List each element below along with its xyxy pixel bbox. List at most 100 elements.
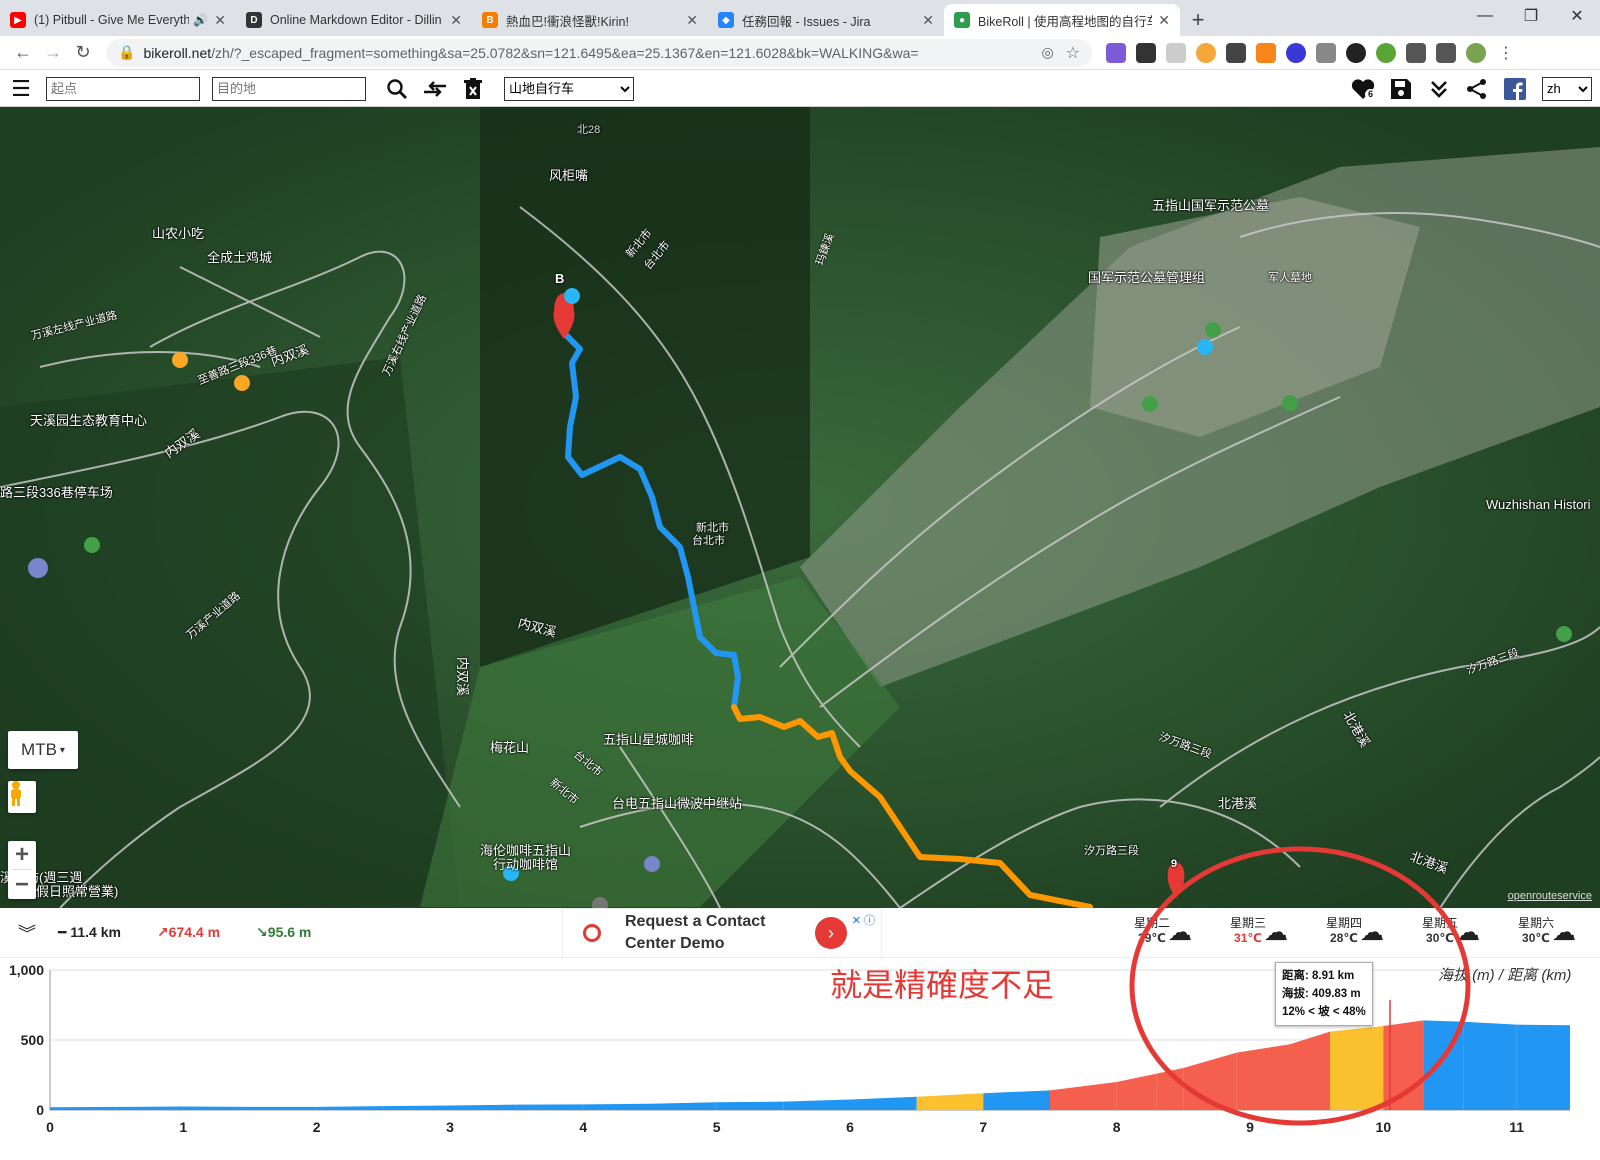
favorites-count: 6: [1365, 88, 1376, 100]
qr-code-icon[interactable]: [1136, 42, 1156, 63]
metamask-fox-icon[interactable]: [1256, 42, 1276, 63]
bike-type-select[interactable]: 山地自行车: [504, 76, 634, 101]
close-tab-icon[interactable]: ✕: [686, 12, 698, 29]
speaker-icon[interactable]: 🔊: [193, 13, 208, 27]
extension-icon[interactable]: [1106, 42, 1126, 63]
search-icon[interactable]: [382, 74, 412, 104]
browser-tab[interactable]: ◆ 任務回報 - Issues - Jira ✕: [708, 4, 944, 36]
favorites-heart-icon[interactable]: 6: [1348, 74, 1378, 104]
elevation-area-segment: [983, 1090, 1050, 1110]
weather-day: 星期六 30℃ ☁: [1504, 914, 1576, 946]
dark-mode-icon[interactable]: [1346, 42, 1366, 63]
elevation-area-segment: [116, 1106, 184, 1110]
bookmark-star-icon[interactable]: ☆: [1066, 43, 1080, 63]
browser-menu-icon[interactable]: ⋮: [1496, 42, 1516, 63]
x-tick-label: 4: [579, 1119, 587, 1135]
back-button[interactable]: ←: [8, 42, 38, 63]
marker-b-label: B: [555, 271, 565, 286]
swap-direction-icon[interactable]: [420, 74, 450, 104]
map-view[interactable]: B 9 风柜嘴 北28 山农小吃 全成土鸡城 五指山国军示范公墓 国军示范公墓管…: [0, 107, 1600, 908]
collapse-chevron-icon[interactable]: ︾: [18, 920, 36, 946]
elevation-area-segment: [450, 1104, 517, 1110]
hamburger-menu-icon[interactable]: ☰: [6, 74, 36, 104]
extension-icon[interactable]: [1286, 42, 1306, 63]
map-label: 国军示范公墓管理组: [1088, 270, 1206, 285]
y-tick-label: 500: [21, 1032, 45, 1048]
url-path: /zh/?_escaped_fragment=something&sa=25.0…: [211, 44, 919, 61]
elevation-area-segment: [383, 1105, 450, 1110]
close-tab-icon[interactable]: ✕: [1158, 12, 1170, 29]
new-tab-button[interactable]: +: [1180, 4, 1216, 36]
facebook-icon[interactable]: [1500, 74, 1530, 104]
tab-title: 任務回報 - Issues - Jira: [742, 14, 871, 29]
close-tab-icon[interactable]: ✕: [214, 12, 226, 29]
elevation-area-segment: [916, 1093, 984, 1110]
share-icon[interactable]: [1462, 74, 1492, 104]
zoom-out-button[interactable]: −: [15, 871, 29, 899]
map-label: 梅花山: [490, 740, 530, 755]
map-label: 北28: [577, 124, 601, 136]
map-label: 路三段336巷停车场: [0, 485, 113, 500]
extension-icon[interactable]: [1226, 42, 1246, 63]
elevation-area-segment: [316, 1106, 384, 1110]
clear-route-icon[interactable]: [458, 74, 488, 104]
forward-button[interactable]: →: [38, 42, 68, 63]
puzzle-extensions-icon[interactable]: [1406, 42, 1426, 63]
tab-favicon-icon: D: [246, 12, 262, 28]
browser-tab[interactable]: D Online Markdown Editor - Dillin ✕: [236, 4, 472, 36]
descent-value: 95.6 m: [267, 924, 312, 940]
close-window-button[interactable]: ✕: [1554, 0, 1600, 32]
street-view-pegman-icon[interactable]: [8, 781, 36, 813]
elevation-area-segment: [716, 1101, 784, 1110]
zoom-in-button[interactable]: +: [15, 841, 29, 869]
tab-title: (1) Pitbull - Give Me Everyth: [34, 13, 190, 27]
maximize-button[interactable]: ❐: [1508, 0, 1554, 32]
browser-tab[interactable]: B 熱血巴!衝浪怪獸!Kirin! ✕: [472, 4, 708, 36]
elevation-area-segment: [183, 1106, 250, 1110]
ad-banner[interactable]: Request a Contact Center Demo › ✕ ⓘ: [562, 908, 882, 958]
profile-avatar[interactable]: [1466, 42, 1486, 63]
tab-title: Online Markdown Editor - Dillin: [270, 13, 442, 27]
close-tab-icon[interactable]: ✕: [922, 12, 934, 29]
close-tab-icon[interactable]: ✕: [450, 12, 462, 29]
distance-value: 11.4 km: [70, 924, 121, 940]
url-field[interactable]: 🔒 bikeroll.net/zh/?_escaped_fragment=som…: [106, 38, 1092, 67]
ad-info-icon[interactable]: ✕ ⓘ: [852, 912, 875, 928]
address-bar: ← → ↻ 🔒 bikeroll.net/zh/?_escaped_fragme…: [0, 36, 1600, 70]
ad-line1: Request a Contact: [625, 913, 766, 930]
ad-go-button[interactable]: ›: [815, 917, 847, 949]
weather-day-label: 星期六: [1517, 916, 1554, 930]
dropdown-arrow-icon: ▾: [59, 744, 65, 756]
media-control-icon[interactable]: [1436, 42, 1456, 63]
x-tick-label: 7: [979, 1119, 987, 1135]
y-tick-label: 1,000: [9, 962, 44, 978]
x-tick-label: 2: [313, 1119, 321, 1135]
elevation-area-segment: [50, 1106, 117, 1110]
minimize-button[interactable]: —: [1462, 0, 1508, 32]
start-input[interactable]: [46, 76, 200, 101]
tab-favicon-icon: B: [482, 12, 498, 28]
browser-tab[interactable]: ● BikeRoll | 使用高程地图的自行车 ✕: [944, 4, 1180, 36]
expand-more-icon[interactable]: [1424, 74, 1454, 104]
language-select[interactable]: zh: [1542, 76, 1592, 101]
annotation-circle: [1129, 846, 1471, 1126]
map-type-button[interactable]: MTB ▾: [8, 731, 78, 769]
rain-cloud-icon: ☁: [1552, 919, 1576, 946]
descent-arrow-icon: ↘: [256, 924, 268, 940]
zoom-controls: + −: [8, 841, 36, 899]
distance-icon: ━: [58, 924, 71, 940]
extensions-bar: ⋮: [1106, 42, 1516, 63]
attribution-link[interactable]: openrouteservice: [1508, 890, 1592, 902]
map-label: 行动咖啡馆: [493, 857, 559, 872]
extension-icon[interactable]: [1166, 42, 1186, 63]
elevation-area-segment: [650, 1102, 717, 1110]
extension-icon[interactable]: [1316, 42, 1336, 63]
browser-tab[interactable]: ▶ (1) Pitbull - Give Me Everyth 🔊 ✕: [0, 4, 236, 36]
save-disk-icon[interactable]: [1386, 74, 1416, 104]
tree-icon[interactable]: [1376, 42, 1396, 63]
cookie-icon[interactable]: [1196, 42, 1216, 63]
x-tick-label: 0: [46, 1119, 54, 1135]
location-icon[interactable]: ◎: [1041, 44, 1053, 61]
reload-button[interactable]: ↻: [68, 42, 98, 63]
destination-input[interactable]: [212, 76, 366, 101]
